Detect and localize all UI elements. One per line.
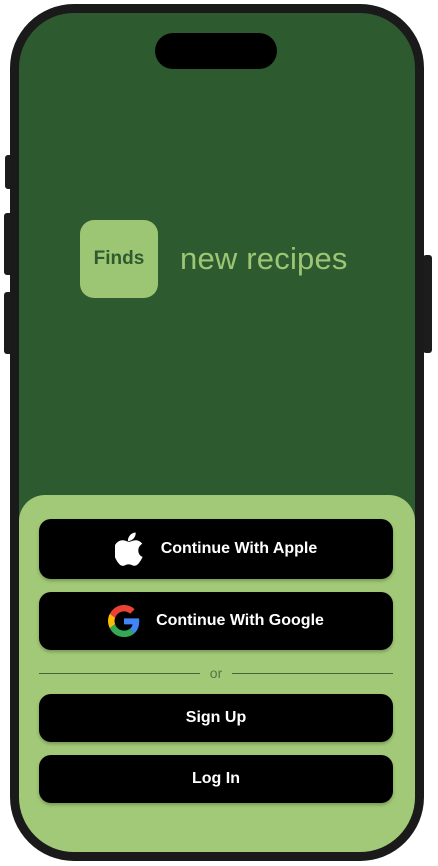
continue-with-google-label: Continue With Google [156,612,324,629]
brand-header: Finds new recipes [80,220,348,298]
divider-text: or [209,665,223,681]
log-in-button[interactable]: Log In [39,755,393,803]
app-logo-text: Finds [93,248,145,269]
app-tagline: new recipes [180,241,348,276]
sign-up-button[interactable]: Sign Up [39,694,393,742]
log-in-label: Log In [192,770,240,787]
continue-with-apple-label: Continue With Apple [160,540,318,557]
continue-with-google-button[interactable]: Continue With Google [39,592,393,650]
power-button [423,255,432,353]
continue-with-apple-button[interactable]: Continue With Apple [39,519,393,579]
divider-line-left [39,672,200,674]
google-logo-icon [108,605,140,637]
auth-sheet: Continue With Apple Continue With Google [19,495,415,852]
sign-up-label: Sign Up [185,709,247,726]
device-frame-stage: Finds new recipes Continue With Apple Co… [0,0,438,866]
phone-frame: Finds new recipes Continue With Apple Co… [10,4,424,861]
app-screen: Finds new recipes Continue With Apple Co… [19,13,415,852]
or-divider: or [39,663,394,683]
dynamic-island [155,33,277,69]
apple-logo-icon [114,532,145,566]
divider-line-right [232,672,394,674]
app-logo: Finds [80,220,158,298]
